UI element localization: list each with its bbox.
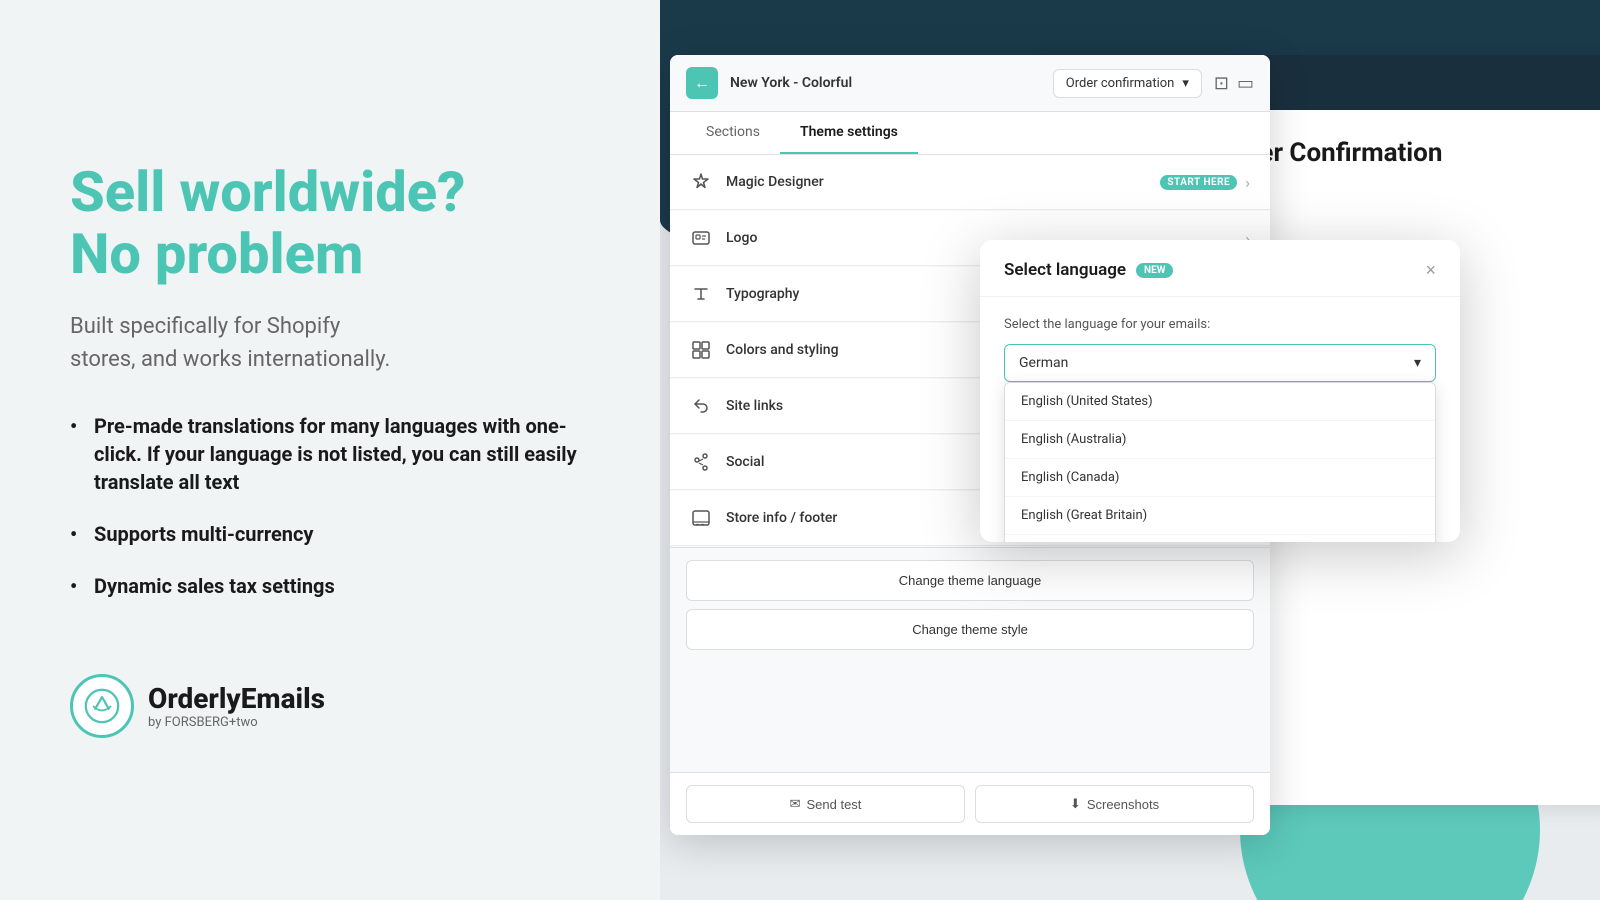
bullet-item-2: Supports multi-currency — [70, 520, 590, 548]
action-buttons-group: Change theme language Change theme style — [670, 547, 1270, 662]
email-type-label: Order confirmation — [1066, 76, 1175, 91]
desktop-icon[interactable]: ⊡ — [1214, 73, 1229, 94]
language-option-en-nz[interactable]: English (New Zealand) — [1005, 535, 1435, 542]
logo-icon — [690, 227, 712, 249]
send-icon: ✉ — [790, 796, 801, 812]
app-tabs: Sections Theme settings — [670, 112, 1270, 155]
language-select-display[interactable]: German ▾ — [1004, 344, 1436, 382]
app-topbar: ← New York - Colorful Order confirmation… — [670, 55, 1270, 112]
social-icon — [690, 451, 712, 473]
brand-text: OrderlyEmails by FORSBERG+two — [148, 682, 325, 730]
bullet-item-1: Pre-made translations for many languages… — [70, 412, 590, 496]
dropdown-chevron-icon: ▾ — [1414, 355, 1421, 371]
store-name: New York - Colorful — [730, 75, 1041, 91]
feature-list: Pre-made translations for many languages… — [70, 412, 590, 624]
back-button[interactable]: ← — [686, 67, 718, 99]
language-option-en-gb[interactable]: English (Great Britain) — [1005, 497, 1435, 535]
magic-label: Magic Designer — [726, 174, 1160, 190]
selected-language: German — [1019, 355, 1068, 371]
brand-sub: by FORSBERG+two — [148, 715, 325, 730]
tab-sections[interactable]: Sections — [686, 112, 780, 154]
change-language-button[interactable]: Change theme language — [686, 560, 1254, 601]
brand-icon — [70, 674, 134, 738]
screenshots-button[interactable]: ⬇ Screenshots — [975, 785, 1254, 823]
language-dialog: Select language NEW × Select the languag… — [980, 240, 1460, 542]
dialog-body: Select the language for your emails: Ger… — [980, 297, 1460, 482]
bullet-item-3: Dynamic sales tax settings — [70, 572, 590, 600]
screenshots-label: Screenshots — [1087, 797, 1159, 812]
colors-icon — [690, 339, 712, 361]
language-option-en-us[interactable]: English (United States) — [1005, 383, 1435, 421]
magic-chevron-icon: › — [1245, 173, 1250, 192]
new-badge: NEW — [1136, 263, 1173, 278]
hero-subtitle: Built specifically for Shopifystores, an… — [70, 310, 590, 376]
dialog-title-group: Select language NEW — [1004, 260, 1173, 280]
change-style-button[interactable]: Change theme style — [686, 609, 1254, 650]
magic-badge: START HERE — [1160, 175, 1237, 190]
brand-name: OrderlyEmails — [148, 682, 325, 715]
typography-icon — [690, 283, 712, 305]
right-panel: Order Confirmation Customer Björn Forsbe… — [660, 0, 1600, 900]
dialog-subtitle: Select the language for your emails: — [1004, 317, 1436, 332]
left-panel: Sell worldwide?No problem Built specific… — [0, 0, 660, 900]
send-test-label: Send test — [806, 797, 861, 812]
back-icon: ← — [694, 73, 710, 93]
sidebar-item-magic[interactable]: Magic Designer START HERE › — [670, 155, 1270, 210]
mobile-icon[interactable]: ▭ — [1237, 73, 1254, 94]
chevron-down-icon: ▾ — [1182, 76, 1189, 91]
bottom-bar: ✉ Send test ⬇ Screenshots — [670, 772, 1270, 835]
magic-icon — [690, 171, 712, 193]
footer-icon — [690, 507, 712, 529]
language-select-wrapper: German ▾ English (United States) English… — [1004, 344, 1436, 382]
language-dropdown[interactable]: English (United States) English (Austral… — [1004, 382, 1436, 542]
brand-logo: OrderlyEmails by FORSBERG+two — [70, 674, 590, 738]
hero-title: Sell worldwide?No problem — [70, 162, 590, 285]
email-type-selector[interactable]: Order confirmation ▾ — [1053, 69, 1202, 98]
download-icon: ⬇ — [1070, 796, 1081, 812]
send-test-button[interactable]: ✉ Send test — [686, 785, 965, 823]
links-icon — [690, 395, 712, 417]
language-option-en-ca[interactable]: English (Canada) — [1005, 459, 1435, 497]
dialog-title-text: Select language — [1004, 260, 1126, 280]
tab-theme-settings[interactable]: Theme settings — [780, 112, 918, 154]
dialog-close-button[interactable]: × — [1425, 261, 1436, 279]
device-icons: ⊡ ▭ — [1214, 73, 1254, 94]
dialog-header: Select language NEW × — [980, 240, 1460, 297]
language-option-en-au[interactable]: English (Australia) — [1005, 421, 1435, 459]
